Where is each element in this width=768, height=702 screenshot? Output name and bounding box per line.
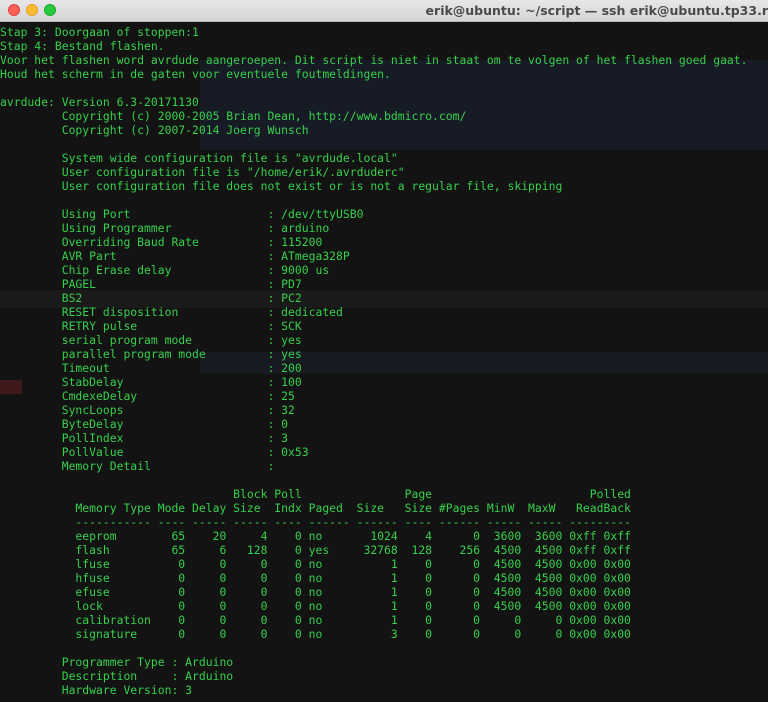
terminal-line: signature 0 0 0 0 no 3 0 0 0 0 0x00 0x00 [0,627,631,641]
terminal-line: System wide configuration file is "avrdu… [0,151,398,165]
terminal-line: SyncLoops : 32 [0,403,295,417]
terminal-line: parallel program mode : yes [0,347,302,361]
terminal-line: Overriding Baud Rate : 115200 [0,235,323,249]
terminal-line: Stap 3: Doorgaan of stoppen:1 [0,25,199,39]
terminal-line: PAGEL : PD7 [0,277,302,291]
close-button[interactable] [8,4,20,16]
terminal-line: lfuse 0 0 0 0 no 1 0 0 4500 4500 0x00 0x… [0,557,631,571]
terminal-line: RETRY pulse : SCK [0,319,302,333]
terminal-line: PollIndex : 3 [0,431,289,445]
terminal-line: RESET disposition : dedicated [0,305,343,319]
terminal-line: CmdexeDelay : 25 [0,389,295,403]
terminal-line: StabDelay : 100 [0,375,302,389]
terminal-line: lock 0 0 0 0 no 1 0 0 4500 4500 0x00 0x0… [0,599,631,613]
terminal-line: Block Poll Page Polled [0,487,631,501]
terminal-line: Houd het scherm in de gaten voor eventue… [0,67,391,81]
terminal-line: calibration 0 0 0 0 no 1 0 0 0 0 0x00 0x… [0,613,631,627]
terminal-line: Stap 4: Bestand flashen. [0,39,165,53]
window-title: erik@ubuntu: ~/script — ssh erik@ubuntu.… [425,3,768,18]
terminal-line: Memory Type Mode Delay Size Indx Paged S… [0,501,631,515]
terminal-line: efuse 0 0 0 0 no 1 0 0 4500 4500 0x00 0x… [0,585,631,599]
terminal-line: serial program mode : yes [0,333,302,347]
terminal-line: Description : Arduino [0,669,234,683]
terminal-line: Chip Erase delay : 9000 us [0,263,330,277]
terminal-line: User configuration file does not exist o… [0,179,563,193]
terminal-line: Timeout : 200 [0,361,302,375]
terminal-line: ByteDelay : 0 [0,417,289,431]
terminal-line: eeprom 65 20 4 0 no 1024 4 0 3600 3600 0… [0,529,631,543]
maximize-button[interactable] [44,4,56,16]
terminal-line: Copyright (c) 2007-2014 Joerg Wunsch [0,123,309,137]
terminal-line: Copyright (c) 2000-2005 Brian Dean, http… [0,109,467,123]
terminal-line: avrdude: Version 6.3-20171130 [0,95,199,109]
terminal-line: Hardware Version: 3 [0,683,193,697]
terminal-output[interactable]: Stap 3: Doorgaan of stoppen:1 Stap 4: Bes… [0,25,768,702]
title-bar[interactable]: erik@ubuntu: ~/script — ssh erik@ubuntu.… [0,0,768,22]
terminal-line: Programmer Type : Arduino [0,655,234,669]
terminal-line: AVR Part : ATmega328P [0,249,350,263]
terminal-line: flash 65 6 128 0 yes 32768 128 256 4500 … [0,543,631,557]
terminal-line: Using Port : /dev/ttyUSB0 [0,207,364,221]
terminal-line: ----------- ---- ----- ----- ---- ------… [0,515,631,529]
terminal-line: User configuration file is "/home/erik/.… [0,165,405,179]
terminal-window: erik@ubuntu: ~/script — ssh erik@ubuntu.… [0,0,768,702]
terminal-line: BS2 : PC2 [0,291,302,305]
minimize-button[interactable] [26,4,38,16]
terminal-line: PollValue : 0x53 [0,445,309,459]
terminal-line: hfuse 0 0 0 0 no 1 0 0 4500 4500 0x00 0x… [0,571,631,585]
terminal-line: Using Programmer : arduino [0,221,330,235]
terminal-line: Voor het flashen word avrdude aangeroepe… [0,53,748,67]
terminal-line: Memory Detail : [0,459,275,473]
